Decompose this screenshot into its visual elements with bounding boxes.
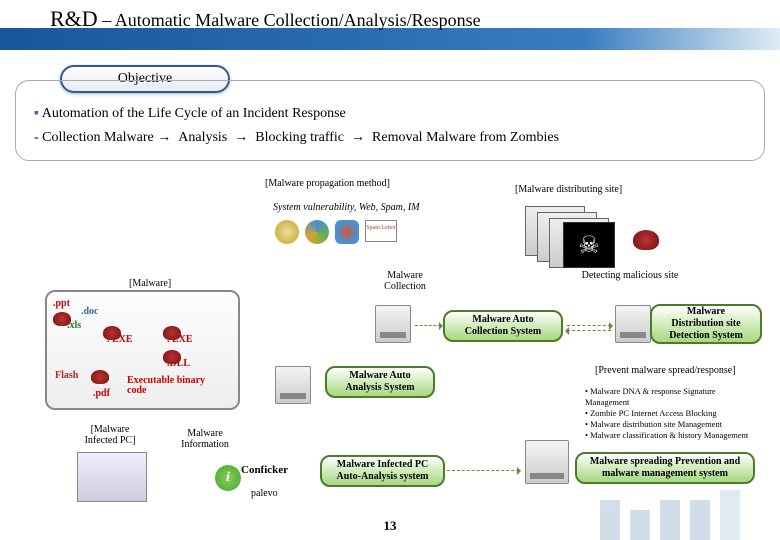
malware-bug-icon (163, 350, 181, 364)
pc-icon (77, 452, 147, 502)
arrow-icon: → (234, 128, 248, 144)
flow-arrow (567, 325, 611, 326)
info-icon: i (215, 465, 241, 491)
objective-content: Automation of the Life Cycle of an Incid… (15, 80, 765, 161)
line2-removal: Removal Malware from Zombies (372, 130, 559, 145)
server-icon (375, 305, 411, 343)
firefox-icon (335, 220, 359, 244)
safari-icon (275, 220, 299, 244)
arrow-icon: → (157, 128, 171, 144)
prevent-label: [Prevent malware spread/response] (595, 365, 736, 376)
server-icon (615, 305, 651, 343)
skull-icon: ☠ (563, 222, 615, 268)
worm-conficker: Conficker (241, 464, 288, 476)
objective-line1: Automation of the Life Cycle of an Incid… (34, 103, 746, 125)
browser-icons: Spam Letter (275, 220, 397, 244)
propagation-label: [Malware propagation method] (265, 178, 390, 189)
malware-bug-icon (91, 370, 109, 384)
arrow-icon: → (351, 128, 365, 144)
distributing-label: [Malware distributing site] (515, 184, 622, 195)
filetype-flash: Flash (55, 370, 78, 381)
spam-icon: Spam Letter (365, 220, 397, 242)
line2-prefix: - Collection Malware (34, 130, 157, 145)
bullet-item: Malware distribution site Management (590, 419, 722, 429)
infected-auto-analysis-system: Malware Infected PC Auto-Analysis system (320, 455, 445, 487)
title-sep: – (98, 10, 115, 30)
title-subtitle: Automatic Malware Collection/Analysis/Re… (115, 10, 481, 30)
infected-pc-label: [Malware Infected PC] (80, 424, 140, 446)
flow-arrow (447, 470, 519, 471)
vulnerability-label: System vulnerability, Web, Spam, IM (273, 202, 420, 213)
response-bullets: • Malware DNA & response Signature Manag… (585, 386, 761, 441)
flow-arrow (567, 330, 611, 331)
auto-collection-system: Malware Auto Collection System (443, 310, 563, 342)
malware-info-label: Malware Information (170, 428, 240, 450)
flow-arrow (415, 325, 441, 326)
detecting-site-label: Detecting malicious site (580, 270, 680, 281)
ie-icon (305, 220, 329, 244)
malware-bug-icon (53, 312, 71, 326)
line2-analysis: Analysis (178, 130, 227, 145)
distribution-detection-system: Malware Distribution site Detection Syst… (650, 304, 762, 344)
server-icon (525, 440, 569, 484)
slide-title: R&D – Automatic Malware Collection/Analy… (50, 6, 481, 32)
malware-bug-icon (633, 230, 659, 250)
malware-collection-label: Malware Collection (375, 270, 435, 292)
worm-palevo: palevo (251, 488, 278, 499)
filetype-ppt: .ppt (53, 298, 70, 309)
filetype-doc: .doc (81, 306, 99, 317)
line2-blocking: Blocking traffic (255, 130, 344, 145)
malware-panel: [Malware] .ppt .doc .xls . EXE . EXE .DL… (45, 290, 240, 410)
title-main: R&D (50, 6, 98, 31)
objective-line2: - Collection Malware → Analysis → Blocki… (34, 125, 746, 149)
bullet-item: Malware DNA & response Signature Managem… (585, 386, 716, 407)
malware-bug-icon (163, 326, 181, 340)
bullet-item: Malware classification & history Managem… (590, 430, 748, 440)
filetype-pdf: .pdf (93, 388, 110, 399)
server-icon (275, 366, 311, 404)
diagram-area: [Malware propagation method] System vuln… (15, 170, 765, 520)
malware-bug-icon (103, 326, 121, 340)
filetype-executable: Executable binary code (127, 376, 207, 396)
auto-analysis-system: Malware Auto Analysis System (325, 366, 435, 398)
bullet-item: Zombie PC Internet Access Blocking (590, 408, 717, 418)
decorative-bars (600, 480, 780, 540)
malware-panel-title: [Malware] (125, 278, 175, 289)
